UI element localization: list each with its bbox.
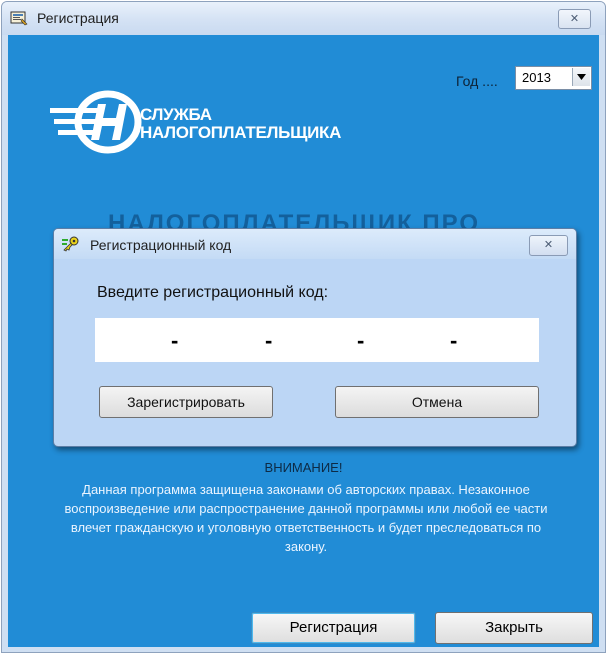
window-title: Регистрация — [37, 10, 119, 26]
code-segment-separator: - — [265, 328, 273, 353]
code-segment-separator: - — [171, 328, 179, 353]
key-icon — [62, 236, 80, 252]
warning-title: ВНИМАНИЕ! — [264, 460, 343, 475]
code-segment-separator: - — [450, 328, 458, 353]
brand-line-2: НАЛОГОПЛАТЕЛЬЩИКА — [140, 123, 342, 142]
window-titlebar: Регистрация ✕ — [2, 2, 605, 35]
code-segment-separator: - — [357, 328, 365, 353]
window-close-button[interactable]: ✕ — [558, 9, 591, 29]
year-value: 2013 — [522, 70, 551, 85]
year-select[interactable]: 2013 — [515, 66, 592, 90]
service-logo-icon — [50, 90, 142, 154]
register-code-button[interactable]: Зарегистрировать — [99, 386, 273, 418]
close-button[interactable]: Закрыть — [435, 612, 593, 644]
main-content: Год .... 2013 СЛУЖБА НАЛОГОПЛАТЕЛЬЩИКА Н… — [8, 35, 599, 647]
dialog-titlebar: Регистрационный код ✕ — [54, 229, 576, 259]
code-prompt: Введите регистрационный код: — [97, 284, 329, 301]
registration-button[interactable]: Регистрация — [251, 612, 416, 644]
dialog-close-button[interactable]: ✕ — [529, 235, 568, 256]
app-window-icon — [10, 10, 28, 26]
brand-line-1: СЛУЖБА — [140, 105, 212, 124]
close-icon: ✕ — [543, 239, 554, 251]
warning-text: Данная программа защищена законами об ав… — [64, 482, 548, 554]
dialog-title: Регистрационный код — [90, 237, 232, 253]
registration-code-input[interactable]: - - - - — [95, 318, 539, 362]
close-icon: ✕ — [569, 13, 580, 25]
cancel-button[interactable]: Отмена — [335, 386, 539, 418]
registration-code-dialog: Регистрационный код ✕ Введите регистраци… — [53, 228, 577, 447]
registration-window: Регистрация ✕ Год .... 2013 СЛУЖБА НАЛОГ… — [1, 1, 606, 653]
year-label: Год .... — [456, 73, 498, 89]
chevron-down-icon[interactable] — [572, 68, 590, 86]
